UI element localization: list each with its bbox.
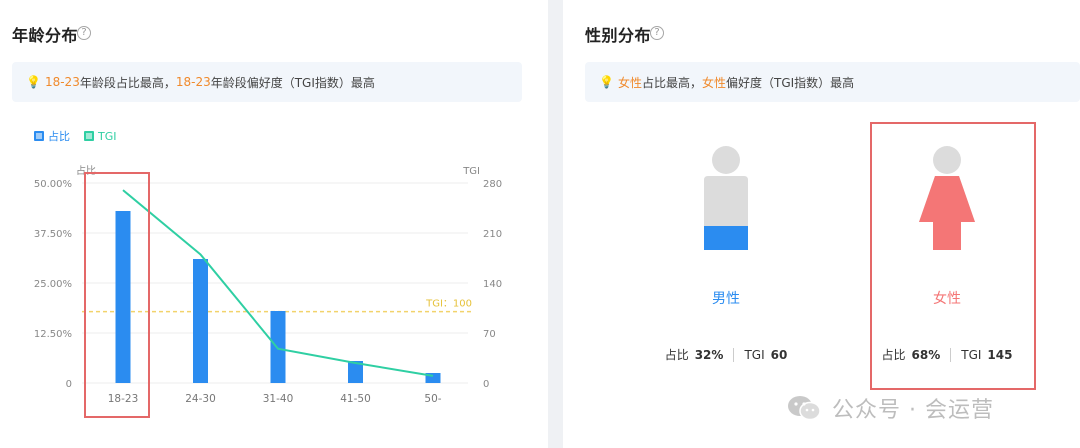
gender-tip-banner: 💡 女性 占比最高， 女性 偏好度（TGI指数）最高 [585, 62, 1080, 102]
chart-legend: 占比 TGI [34, 128, 131, 144]
right-axis-label: TGI [462, 166, 480, 177]
help-icon[interactable]: ? [77, 26, 91, 40]
watermark: 公众号 · 会运营 [786, 392, 994, 424]
wechat-logo-icon [786, 394, 822, 422]
legend-label-tgi[interactable]: TGI [98, 130, 117, 143]
lightbulb-icon: 💡 [26, 75, 41, 89]
stat-divider [733, 347, 735, 362]
panel-gutter [548, 0, 563, 448]
watermark-text: 公众号 · 会运营 [832, 398, 994, 423]
right-tick-label: 0 [483, 379, 489, 390]
category-label: 41-50 [340, 393, 371, 405]
tip-text: 年龄段偏好度（TGI指数）最高 [210, 75, 375, 90]
share-label: 占比 [664, 348, 689, 362]
left-tick-label: 0 [66, 379, 72, 390]
tip-text: 年龄段占比最高， [79, 75, 176, 90]
tgi-label: TGI [744, 347, 765, 362]
lightbulb-icon: 💡 [599, 75, 614, 89]
left-tick-label: 37.50% [34, 229, 72, 240]
highlight-box [870, 122, 1036, 390]
legend-swatch-tgi[interactable] [84, 131, 94, 141]
tip-highlight: 18-23 [175, 75, 211, 89]
tip-text: 占比最高， [641, 75, 702, 90]
right-tick-label: 280 [483, 179, 502, 190]
right-tick-label: 210 [483, 229, 502, 240]
share-bar [270, 311, 286, 383]
right-tick-label: 70 [483, 329, 496, 340]
male-tgi-value: 60 [770, 347, 788, 362]
tip-highlight: 18-23 [44, 75, 80, 89]
male-label: 男性 [712, 291, 740, 307]
highlight-box [84, 172, 150, 418]
legend-label-share[interactable]: 占比 [48, 128, 70, 144]
male-stats: 占比 32% TGI 60 [642, 346, 810, 363]
help-icon[interactable]: ? [650, 26, 664, 40]
male-figure-icon [704, 146, 748, 250]
gender-panel-title: 性别分布 [585, 26, 652, 45]
left-tick-label: 12.50% [34, 329, 72, 340]
male-share-value: 32% [694, 347, 724, 362]
tip-text: 偏好度（TGI指数）最高 [726, 75, 855, 90]
legend-swatch-share[interactable] [34, 131, 44, 141]
left-tick-label: 50.00% [34, 179, 72, 190]
tip-highlight: 女性 [701, 75, 726, 90]
age-panel-title: 年龄分布 [12, 26, 79, 45]
tip-highlight: 女性 [617, 75, 642, 90]
age-distribution-panel: 年龄分布 ? 💡 18-23 年龄段占比最高， 18-23 年龄段偏好度（TGI… [0, 0, 548, 448]
male-card: 男性 占比 32% TGI 60 [642, 120, 810, 390]
left-tick-label: 25.00% [34, 279, 72, 290]
tgi-reference-label: TGI：100 [425, 299, 472, 310]
right-tick-label: 140 [483, 279, 502, 290]
age-tip-banner: 💡 18-23 年龄段占比最高， 18-23 年龄段偏好度（TGI指数）最高 [12, 62, 522, 102]
category-label: 24-30 [185, 393, 216, 405]
gender-distribution-panel: 性别分布 ? 💡 女性 占比最高， 女性 偏好度（TGI指数）最高 男性 占比 … [563, 0, 1080, 448]
share-bar [193, 259, 208, 383]
category-label: 50- [424, 393, 441, 405]
male-share-fill [704, 226, 748, 250]
age-bar-line-chart: 占比 TGI012.50%25.00%37.50%50.00%0701402102… [34, 164, 502, 405]
category-label: 31-40 [263, 393, 294, 405]
